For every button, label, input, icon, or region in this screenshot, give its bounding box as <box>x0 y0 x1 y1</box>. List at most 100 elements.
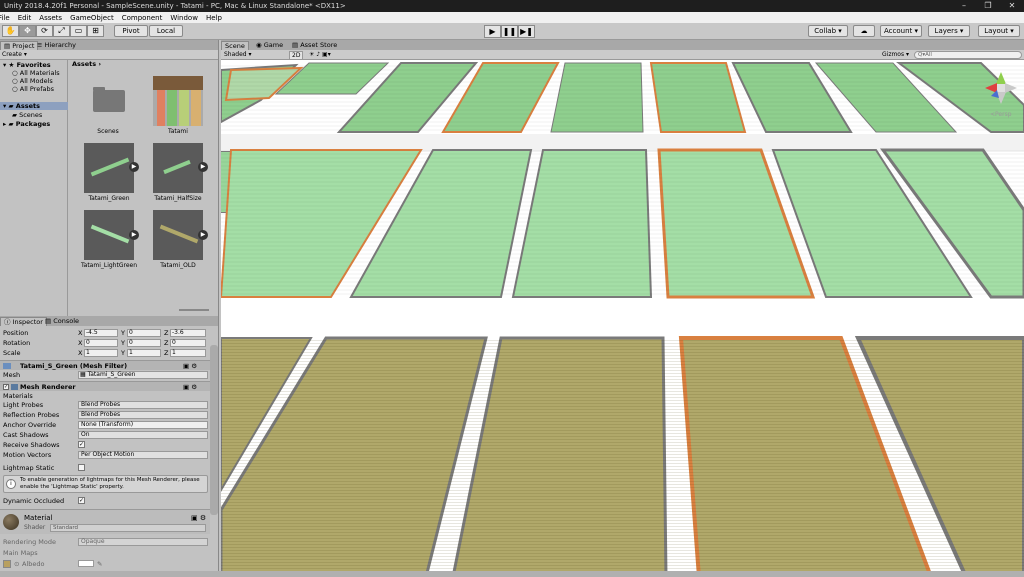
create-dropdown[interactable]: Create ▾ <box>2 51 27 58</box>
play-icon[interactable]: ▶ <box>484 25 501 38</box>
play-badge-icon[interactable]: ▶ <box>198 162 208 172</box>
gizmos-dropdown[interactable]: Gizmos ▾ <box>882 51 909 58</box>
collab-button[interactable]: Collab ▾ <box>808 25 848 37</box>
play-badge-icon[interactable]: ▶ <box>198 230 208 240</box>
play-badge-icon[interactable]: ▶ <box>129 230 139 240</box>
dynamic-occluded-checkbox[interactable]: ✓ <box>78 497 85 504</box>
tab-inspector[interactable]: ⓘ Inspector <box>0 317 47 326</box>
position-y-field[interactable]: 0 <box>127 329 161 337</box>
tatami-texture-thumb[interactable] <box>153 76 203 126</box>
mesh-field[interactable]: ▦ Tatami_S_Green <box>78 371 208 379</box>
scene-lighting-icon[interactable]: ☀ ♪ ▣▾ <box>309 51 331 58</box>
shader-dropdown[interactable]: Standard <box>50 524 206 532</box>
asset-label-scenes: Scenes <box>97 128 119 135</box>
breadcrumb[interactable]: Assets › <box>72 60 101 68</box>
menu-window[interactable]: Window <box>166 14 202 22</box>
2d-toggle[interactable]: 2D <box>289 51 304 60</box>
menu-edit[interactable]: Edit <box>14 14 36 22</box>
scene-viewport[interactable]: <Persp <box>221 60 1024 577</box>
rect-tool-icon[interactable]: ▭ <box>70 25 87 37</box>
step-icon[interactable]: ▶❚ <box>518 25 535 38</box>
prefab-thumb-lightgreen[interactable] <box>84 210 134 260</box>
position-x-field[interactable]: -4.5 <box>84 329 118 337</box>
motion-vectors-dropdown[interactable]: Per Object Motion <box>78 451 208 459</box>
hand-tool-icon[interactable]: ✋ <box>2 25 19 37</box>
reflection-probes-dropdown[interactable]: Blend Probes <box>78 411 208 419</box>
scale-z-field[interactable]: 1 <box>170 349 206 357</box>
mesh-renderer-enabled-checkbox[interactable]: ✓ <box>3 384 9 390</box>
tree-favorites[interactable]: ▾ ★ Favorites <box>3 61 51 69</box>
account-label: Account ▾ <box>883 27 918 35</box>
tab-project[interactable]: ▤ Project <box>0 41 39 50</box>
tree-packages[interactable]: ▸ ▰ Packages <box>3 120 50 128</box>
all-models-label: All Models <box>19 77 53 85</box>
tree-all-materials[interactable]: ○ All Materials <box>12 69 60 77</box>
prefab-thumb-old[interactable] <box>153 210 203 260</box>
folder-icon[interactable] <box>93 90 125 112</box>
tree-all-prefabs[interactable]: ○ All Prefabs <box>12 85 54 93</box>
tab-inspector-label: Inspector <box>12 318 43 326</box>
tree-all-models[interactable]: ○ All Models <box>12 77 53 85</box>
local-toggle[interactable]: Local <box>149 25 183 37</box>
transform-tool-icon[interactable]: ⊞ <box>87 25 104 37</box>
rotate-tool-icon[interactable]: ⟳ <box>36 25 53 37</box>
inspector-panel: ⓘ Inspector ▤ Console Position X -4.5 Y0 … <box>0 316 219 577</box>
albedo-prefix: ⊙ <box>14 560 20 568</box>
menu-file[interactable]: File <box>0 14 14 22</box>
account-button[interactable]: Account ▾ <box>880 25 922 37</box>
scale-x-field[interactable]: 1 <box>84 349 118 357</box>
tab-game[interactable]: ◉ Game <box>253 41 286 50</box>
scale-y-field[interactable]: 1 <box>127 349 161 357</box>
scale-tool-icon[interactable]: ⤢ <box>53 25 70 37</box>
tab-hierarchy[interactable]: ≡ Hierarchy <box>34 41 79 50</box>
mesh-renderer-header[interactable]: ✓ Mesh Renderer ▣ ⚙ <box>0 381 210 391</box>
rotation-z-field[interactable]: 0 <box>170 339 206 347</box>
tree-scenes[interactable]: ▰ Scenes <box>12 111 42 119</box>
pivot-toggle[interactable]: Pivot <box>114 25 148 37</box>
albedo-label: Albedo <box>22 560 45 568</box>
scene-toolbar: Shaded ▾ 2D ☀ ♪ ▣▾ Gizmos ▾ Q▾All <box>221 50 1024 60</box>
close-button[interactable]: ✕ <box>1000 0 1024 12</box>
zoom-slider[interactable] <box>179 309 209 311</box>
lightmap-static-checkbox[interactable] <box>78 464 85 471</box>
asset-label-tatami-lightgreen: Tatami_LightGreen <box>80 262 138 269</box>
albedo-color-swatch[interactable] <box>78 560 94 567</box>
layout-button[interactable]: Layout ▾ <box>978 25 1020 37</box>
menu-help[interactable]: Help <box>202 14 226 22</box>
rotation-y-field[interactable]: 0 <box>127 339 161 347</box>
inspector-scrollbar[interactable] <box>210 345 218 515</box>
scene-search-input[interactable]: Q▾All <box>914 51 1022 59</box>
info-icon: i <box>6 479 16 489</box>
anchor-override-field[interactable]: None (Transform) <box>78 421 208 429</box>
shading-mode-dropdown[interactable]: Shaded ▾ <box>224 51 252 58</box>
play-badge-icon[interactable]: ▶ <box>129 162 139 172</box>
position-z-field[interactable]: -3.6 <box>170 329 206 337</box>
pause-icon[interactable]: ❚❚ <box>501 25 518 38</box>
menu-assets[interactable]: Assets <box>35 14 66 22</box>
tree-assets[interactable]: ▾ ▰ Assets <box>0 102 68 110</box>
tab-asset-store[interactable]: ▤ Asset Store <box>289 41 340 50</box>
layers-button[interactable]: Layers ▾ <box>928 25 970 37</box>
receive-shadows-checkbox[interactable]: ✓ <box>78 441 85 448</box>
asset-label-tatami: Tatami <box>168 128 188 135</box>
cast-shadows-dropdown[interactable]: On <box>78 431 208 439</box>
maximize-button[interactable]: ❐ <box>976 0 1000 12</box>
menu-component[interactable]: Component <box>118 14 167 22</box>
menu-gameobject[interactable]: GameObject <box>66 14 118 22</box>
prefab-thumb-green[interactable] <box>84 143 134 193</box>
tab-console[interactable]: ▤ Console <box>42 317 82 326</box>
mesh-filter-header[interactable]: Tatami_S_Green (Mesh Filter) ▣ ⚙ <box>0 360 210 370</box>
settings-gear-icon[interactable]: ▣ ⚙ <box>191 514 206 522</box>
move-tool-icon[interactable]: ✥ <box>19 25 36 37</box>
rendering-mode-dropdown[interactable]: Opaque <box>78 538 208 546</box>
title-bar: Unity 2018.4.20f1 Personal - SampleScene… <box>0 0 1024 12</box>
cloud-button[interactable]: ☁ <box>853 25 875 37</box>
tab-scene[interactable]: Scene <box>221 41 249 50</box>
rotation-x-field[interactable]: 0 <box>84 339 118 347</box>
albedo-texture-icon[interactable] <box>3 560 11 568</box>
light-probes-dropdown[interactable]: Blend Probes <box>78 401 208 409</box>
prefab-thumb-halfsize[interactable] <box>153 143 203 193</box>
eyedropper-icon[interactable]: ✎ <box>97 559 102 569</box>
minimize-button[interactable]: – <box>952 0 976 12</box>
material-header[interactable]: Material Shader Standard ▣ ⚙ <box>0 509 210 534</box>
